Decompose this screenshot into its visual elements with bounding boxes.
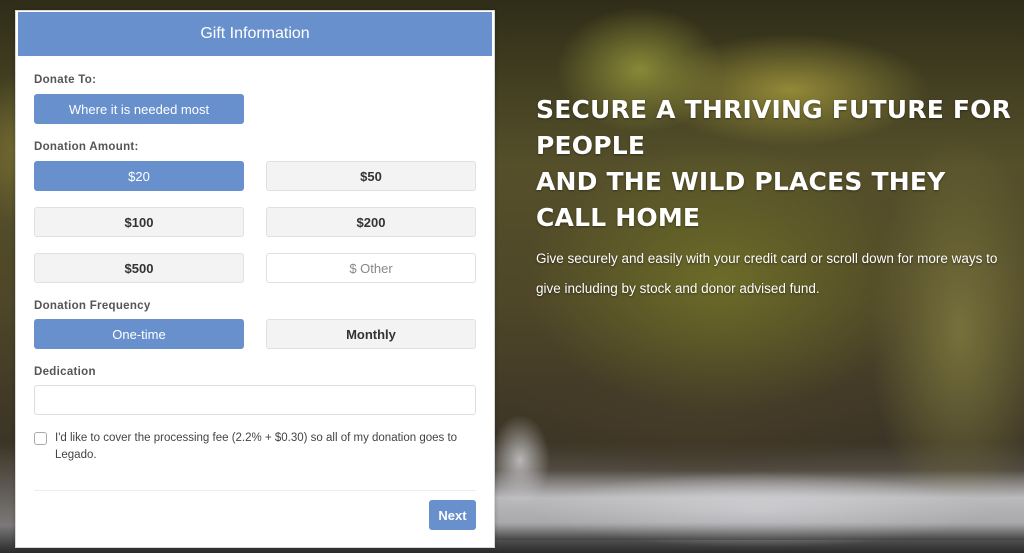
processing-fee-checkbox[interactable] bbox=[34, 432, 47, 445]
amount-row-2: $100 $200 bbox=[34, 207, 476, 237]
hero-title-line-2: and the wild places they call home bbox=[536, 167, 946, 232]
processing-fee-label[interactable]: I'd like to cover the processing fee (2.… bbox=[55, 430, 476, 464]
hero-section: Secure a thriving future for people and … bbox=[536, 92, 1016, 304]
donate-to-label: Donate To: bbox=[34, 74, 97, 86]
next-button[interactable]: Next bbox=[429, 500, 476, 530]
frequency-one-time-button[interactable]: One-time bbox=[34, 319, 244, 349]
amount-row-3: $500 $ Other bbox=[34, 253, 476, 283]
amount-option-100[interactable]: $100 bbox=[34, 207, 244, 237]
other-amount-input[interactable]: $ Other bbox=[266, 253, 476, 283]
frequency-monthly-button[interactable]: Monthly bbox=[266, 319, 476, 349]
donate-to-select-button[interactable]: Where it is needed most bbox=[34, 94, 244, 124]
hero-subtitle: Give securely and easily with your credi… bbox=[536, 251, 998, 296]
footer-divider bbox=[34, 490, 476, 491]
frequency-row: One-time Monthly bbox=[34, 319, 476, 349]
hero-title-line-1: Secure a thriving future for people bbox=[536, 95, 1012, 160]
amount-option-500[interactable]: $500 bbox=[34, 253, 244, 283]
card-header: Gift Information bbox=[18, 12, 492, 56]
donation-amount-label: Donation Amount: bbox=[34, 141, 139, 153]
hero-title: Secure a thriving future for people and … bbox=[536, 92, 1016, 236]
amount-row-1: $20 $50 bbox=[34, 161, 476, 191]
gift-information-card: Gift Information Donate To: Where it is … bbox=[15, 10, 495, 548]
dedication-label: Dedication bbox=[34, 366, 96, 378]
amount-option-200[interactable]: $200 bbox=[266, 207, 476, 237]
amount-option-50[interactable]: $50 bbox=[266, 161, 476, 191]
amount-option-20[interactable]: $20 bbox=[34, 161, 244, 191]
processing-fee-option: I'd like to cover the processing fee (2.… bbox=[34, 430, 476, 464]
background-stream bbox=[495, 470, 1024, 540]
card-body: Donate To: Where it is needed most Donat… bbox=[16, 74, 494, 491]
donation-frequency-label: Donation Frequency bbox=[34, 300, 151, 312]
dedication-input[interactable] bbox=[34, 385, 476, 415]
